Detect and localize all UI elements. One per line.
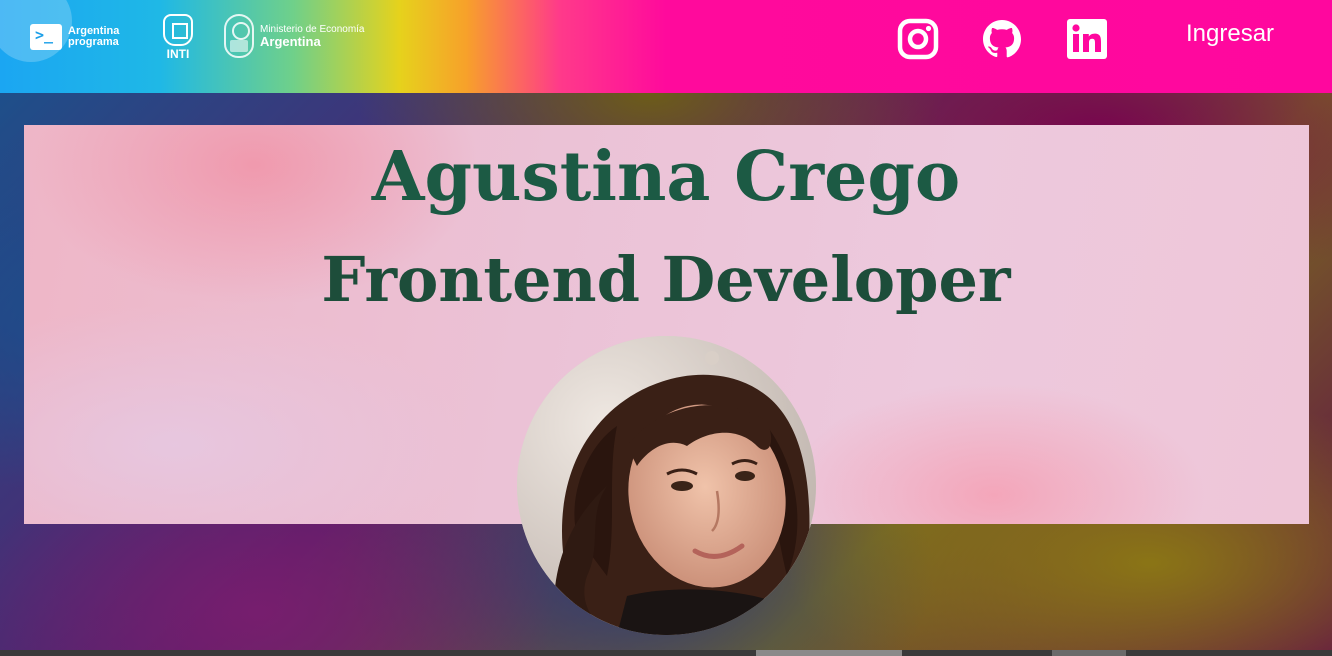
inti-shield-icon	[163, 14, 193, 46]
ministerio-text: Ministerio de Economía Argentina	[260, 24, 365, 48]
ministerio-line2: Argentina	[260, 34, 321, 49]
profile-photo-illustration	[517, 336, 816, 635]
linkedin-icon	[1067, 19, 1107, 59]
top-navbar: >_ Argentina programa INTI Ministerio de…	[0, 0, 1332, 93]
ministerio-economia-logo[interactable]: Ministerio de Economía Argentina	[224, 14, 365, 58]
coat-of-arms-icon	[224, 14, 254, 58]
linkedin-link[interactable]	[1066, 18, 1108, 60]
inti-label: INTI	[166, 47, 190, 61]
brand-line2: programa	[68, 36, 119, 48]
terminal-icon: >_	[30, 24, 62, 50]
argentina-programa-text: Argentina programa	[68, 26, 119, 48]
instagram-icon	[897, 18, 939, 60]
hero-section: Agustina Crego Frontend Developer	[0, 93, 1332, 650]
strip-segment	[756, 650, 902, 656]
instagram-link[interactable]	[897, 18, 939, 60]
profile-photo	[517, 336, 816, 635]
argentina-programa-logo[interactable]: >_ Argentina programa	[30, 24, 119, 50]
job-title: Frontend Developer	[321, 243, 1011, 316]
strip-segment	[1052, 650, 1126, 656]
person-name: Agustina Crego	[371, 137, 961, 217]
login-button[interactable]: Ingresar	[1186, 20, 1274, 48]
bottom-scroll-strip	[0, 650, 1332, 656]
inti-logo[interactable]: INTI	[160, 14, 196, 61]
github-icon	[983, 20, 1021, 58]
github-link[interactable]	[981, 18, 1023, 60]
